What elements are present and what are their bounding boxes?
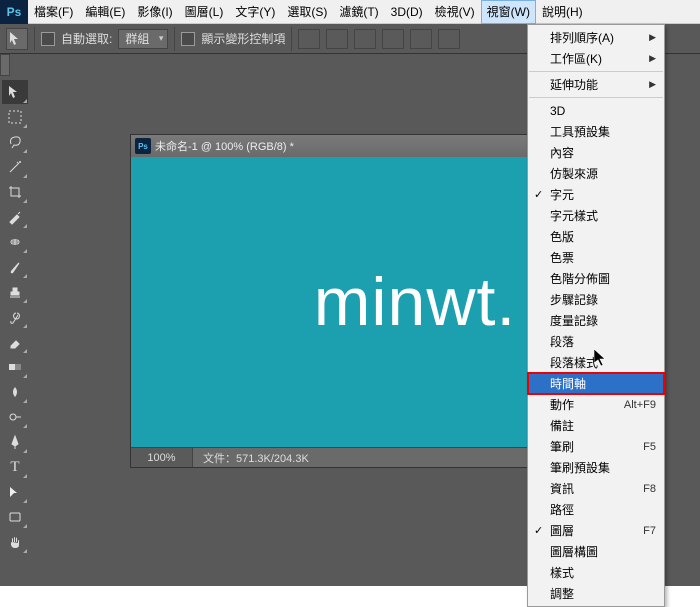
type-tool[interactable]: T	[2, 455, 28, 479]
menu-item-時間軸[interactable]: 時間軸	[528, 373, 664, 394]
menu-item-筆刷[interactable]: 筆刷F5	[528, 436, 664, 457]
path-tool[interactable]	[2, 480, 28, 504]
menu-說明[interactable]: 說明(H)	[536, 0, 589, 24]
canvas[interactable]: minwt.	[131, 157, 559, 447]
move-tool[interactable]	[2, 80, 28, 104]
menu-item-工作區(K)[interactable]: 工作區(K)▶	[528, 48, 664, 69]
heal-tool[interactable]	[2, 230, 28, 254]
auto-select-dropdown[interactable]: 群組	[118, 29, 168, 49]
menu-bar: Ps 檔案(F)編輯(E)影像(I)圖層(L)文字(Y)選取(S)濾鏡(T)3D…	[0, 0, 700, 24]
menu-濾鏡[interactable]: 濾鏡(T)	[333, 0, 384, 24]
menu-item-度量記錄[interactable]: 度量記錄	[528, 310, 664, 331]
menu-item-字元樣式[interactable]: 字元樣式	[528, 205, 664, 226]
menu-item-動作[interactable]: 動作Alt+F9	[528, 394, 664, 415]
menu-item-圖層構圖[interactable]: 圖層構圖	[528, 541, 664, 562]
menu-item-3D[interactable]: 3D	[528, 100, 664, 121]
gradient-tool[interactable]	[2, 355, 28, 379]
menu-item-排列順序(A)[interactable]: 排列順序(A)▶	[528, 27, 664, 48]
pen-tool[interactable]	[2, 430, 28, 454]
marquee-tool[interactable]	[2, 105, 28, 129]
panel-tab[interactable]	[0, 54, 10, 76]
menu-3D[interactable]: 3D(D)	[385, 0, 429, 24]
shape-tool[interactable]	[2, 505, 28, 529]
menu-item-步驟記錄[interactable]: 步驟記錄	[528, 289, 664, 310]
window-menu-popup: 排列順序(A)▶工作區(K)▶ 延伸功能▶ 3D工具預設集內容仿製來源✓字元字元樣式…	[527, 24, 665, 607]
menu-影像[interactable]: 影像(I)	[131, 0, 178, 24]
tools-panel: T	[0, 78, 30, 556]
menu-item-色階分佈圖[interactable]: 色階分佈圖	[528, 268, 664, 289]
menu-item-色版[interactable]: 色版	[528, 226, 664, 247]
align-btn-4[interactable]	[382, 29, 404, 49]
document-window: Ps 未命名-1 @ 100% (RGB/8) * minwt. 100% 文件…	[130, 134, 560, 468]
menu-item-圖層[interactable]: ✓圖層F7	[528, 520, 664, 541]
hand-tool[interactable]	[2, 530, 28, 554]
status-bar: 100% 文件：571.3K/204.3K ▸	[131, 447, 559, 467]
menu-item-字元[interactable]: ✓字元	[528, 184, 664, 205]
menu-編輯[interactable]: 編輯(E)	[79, 0, 131, 24]
history-brush-tool[interactable]	[2, 305, 28, 329]
menu-item-路徑[interactable]: 路徑	[528, 499, 664, 520]
menu-視窗[interactable]: 視窗(W)	[481, 0, 536, 24]
menu-item-色票[interactable]: 色票	[528, 247, 664, 268]
dodge-tool[interactable]	[2, 405, 28, 429]
align-btn-6[interactable]	[438, 29, 460, 49]
menu-item-備註[interactable]: 備註	[528, 415, 664, 436]
zoom-level[interactable]: 100%	[131, 448, 193, 467]
menu-item-段落[interactable]: 段落	[528, 331, 664, 352]
file-info: 文件：571.3K/204.3K	[193, 450, 319, 466]
menu-圖層[interactable]: 圖層(L)	[179, 0, 230, 24]
auto-select-label: 自動選取:	[61, 30, 112, 47]
menu-item-筆刷預設集[interactable]: 筆刷預設集	[528, 457, 664, 478]
move-tool-icon[interactable]	[6, 28, 28, 50]
menu-item-內容[interactable]: 內容	[528, 142, 664, 163]
menu-item-仿製來源[interactable]: 仿製來源	[528, 163, 664, 184]
menu-item-段落樣式[interactable]: 段落樣式	[528, 352, 664, 373]
menu-item-資訊[interactable]: 資訊F8	[528, 478, 664, 499]
menu-item-延伸功能[interactable]: 延伸功能▶	[528, 74, 664, 95]
document-titlebar[interactable]: Ps 未命名-1 @ 100% (RGB/8) *	[131, 135, 559, 157]
show-transform-checkbox[interactable]	[181, 32, 195, 46]
align-btn-5[interactable]	[410, 29, 432, 49]
align-btn-1[interactable]	[298, 29, 320, 49]
brush-tool[interactable]	[2, 255, 28, 279]
align-btn-2[interactable]	[326, 29, 348, 49]
menu-item-工具預設集[interactable]: 工具預設集	[528, 121, 664, 142]
menu-文字[interactable]: 文字(Y)	[229, 0, 281, 24]
align-btn-3[interactable]	[354, 29, 376, 49]
menu-item-調整[interactable]: 調整	[528, 583, 664, 604]
app-logo: Ps	[0, 0, 28, 24]
crop-tool[interactable]	[2, 180, 28, 204]
auto-select-checkbox[interactable]	[41, 32, 55, 46]
menu-檢視[interactable]: 檢視(V)	[429, 0, 481, 24]
menu-選取[interactable]: 選取(S)	[281, 0, 333, 24]
doc-ps-icon: Ps	[135, 138, 151, 154]
blur-tool[interactable]	[2, 380, 28, 404]
document-title: 未命名-1 @ 100% (RGB/8) *	[155, 138, 294, 154]
show-transform-label: 顯示變形控制項	[201, 30, 285, 47]
eyedropper-tool[interactable]	[2, 205, 28, 229]
stamp-tool[interactable]	[2, 280, 28, 304]
wand-tool[interactable]	[2, 155, 28, 179]
menu-item-樣式[interactable]: 樣式	[528, 562, 664, 583]
eraser-tool[interactable]	[2, 330, 28, 354]
menu-檔案[interactable]: 檔案(F)	[28, 0, 79, 24]
lasso-tool[interactable]	[2, 130, 28, 154]
